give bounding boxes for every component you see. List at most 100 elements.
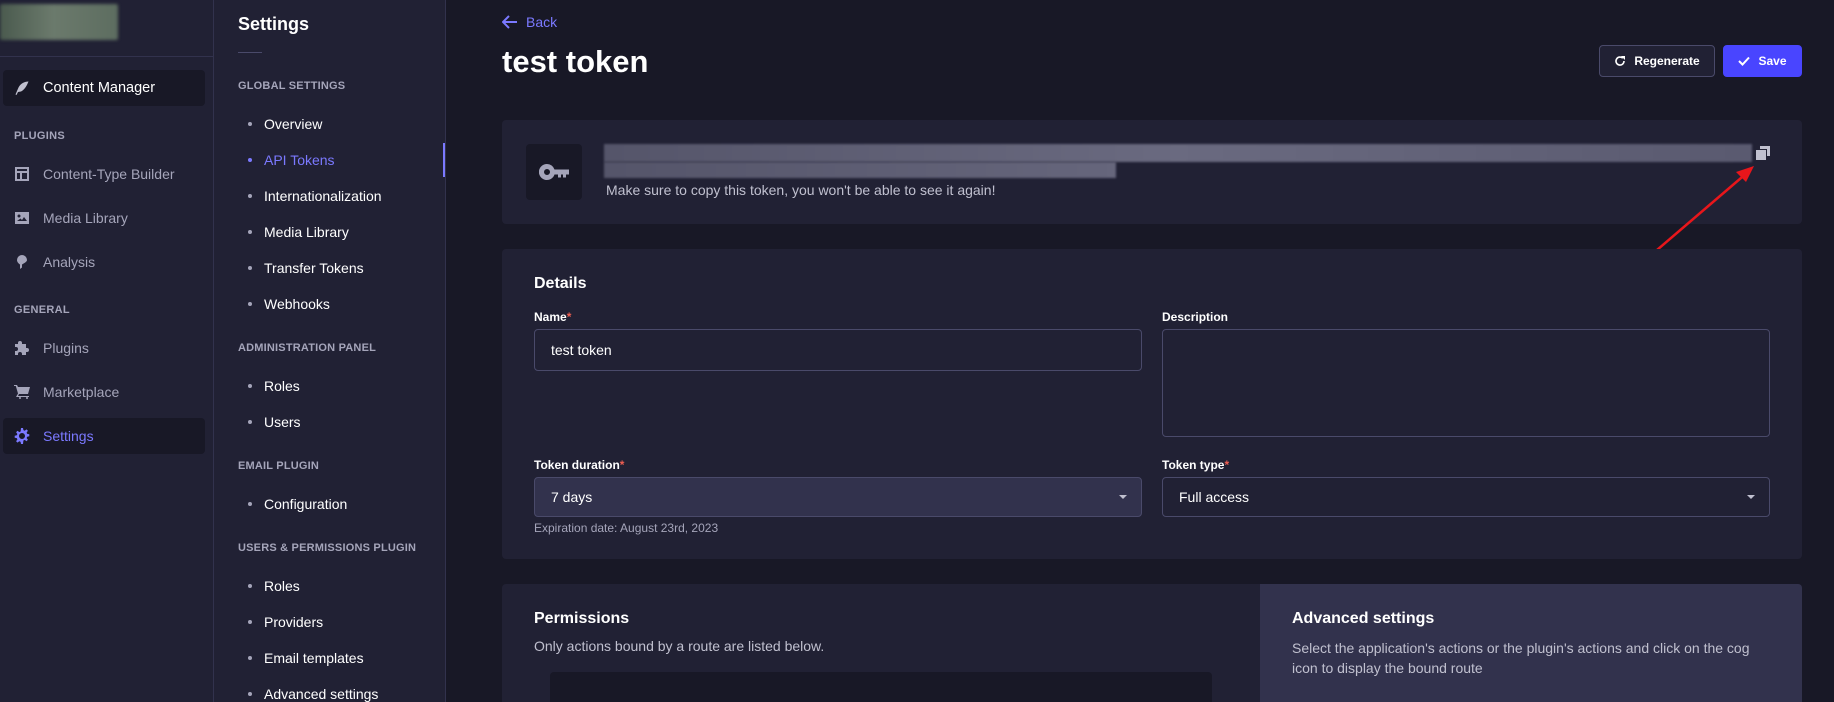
nav-item-label: Plugins (43, 340, 89, 356)
bullet (248, 122, 252, 126)
settings-item-label: Media Library (264, 224, 349, 240)
shopping-cart-icon (14, 385, 30, 399)
bullet (248, 194, 252, 198)
gear-icon (14, 428, 30, 444)
regenerate-button[interactable]: Regenerate (1599, 45, 1715, 77)
bullet (248, 266, 252, 270)
settings-item-providers[interactable]: Providers (214, 605, 445, 639)
nav-item-settings[interactable]: Settings (3, 418, 205, 454)
layout-icon (15, 167, 29, 181)
label-text: Token duration (534, 458, 620, 472)
section-email-plugin: EMAIL PLUGIN (238, 460, 320, 472)
token-duration-label: Token duration* (534, 458, 624, 472)
name-input[interactable]: test token (534, 329, 1142, 371)
settings-item-configuration[interactable]: Configuration (214, 487, 445, 521)
settings-navigation: Settings GLOBAL SETTINGS Overview API To… (214, 0, 446, 702)
details-title: Details (534, 275, 587, 292)
token-card: Make sure to copy this token, you won't … (502, 120, 1802, 224)
settings-item-advanced-settings[interactable]: Advanced settings (214, 677, 445, 702)
settings-item-api-tokens[interactable]: API Tokens (214, 143, 445, 177)
settings-item-label: Advanced settings (264, 686, 379, 702)
duration-value: 7 days (551, 489, 593, 505)
token-type-select[interactable]: Full access (1162, 477, 1770, 517)
section-administration-panel: ADMINISTRATION PANEL (238, 342, 377, 354)
feather-icon (15, 81, 29, 95)
required-mark: * (1224, 458, 1230, 472)
nav-item-content-manager[interactable]: Content Manager (3, 70, 205, 106)
settings-item-transfer-tokens[interactable]: Transfer Tokens (214, 251, 445, 285)
puzzle-icon (15, 341, 29, 355)
settings-item-label: Transfer Tokens (264, 260, 364, 276)
nav-item-marketplace[interactable]: Marketplace (3, 374, 205, 410)
settings-item-email-templates[interactable]: Email templates (214, 641, 445, 675)
section-users-permissions-plugin: USERS & PERMISSIONS PLUGIN (238, 542, 417, 554)
settings-item-label: Webhooks (264, 296, 330, 312)
annotation-arrow (1649, 166, 1754, 257)
refresh-icon (1615, 56, 1626, 66)
nav-item-analysis[interactable]: Analysis (3, 244, 205, 280)
token-copy-note: Make sure to copy this token, you won't … (606, 182, 996, 198)
advanced-settings-title: Advanced settings (1292, 610, 1435, 627)
permissions-subtitle: Only actions bound by a route are listed… (534, 638, 825, 654)
bullet (248, 584, 252, 588)
token-value-redacted (604, 162, 1116, 178)
bullet (248, 230, 252, 234)
name-label: Name* (534, 310, 571, 324)
settings-title: Settings (238, 14, 310, 34)
bullet (248, 620, 252, 624)
settings-item-users[interactable]: Users (214, 405, 445, 439)
settings-item-internationalization[interactable]: Internationalization (214, 179, 445, 213)
advanced-settings-panel: Advanced settings Select the application… (1260, 584, 1802, 702)
advanced-settings-description: Select the application's actions or the … (1292, 640, 1750, 676)
nav-item-label: Content-Type Builder (43, 166, 175, 182)
label-text: Name (534, 310, 567, 324)
arrow-left-icon (502, 15, 517, 29)
required-mark: * (619, 458, 625, 472)
bullet (248, 302, 252, 306)
bullet (248, 502, 252, 506)
settings-item-label: Overview (264, 116, 323, 132)
settings-item-label: Providers (264, 614, 324, 630)
settings-item-admin-roles[interactable]: Roles (214, 369, 445, 403)
nav-item-label: Settings (43, 428, 94, 444)
nav-section-plugins: PLUGINS (14, 130, 65, 142)
nav-item-label: Media Library (43, 210, 128, 226)
settings-item-up-roles[interactable]: Roles (214, 569, 445, 603)
bullet (248, 158, 252, 162)
permissions-list[interactable] (550, 672, 1212, 702)
settings-item-overview[interactable]: Overview (214, 107, 445, 141)
settings-item-label: API Tokens (264, 152, 335, 168)
name-value: test token (551, 342, 612, 358)
save-button[interactable]: Save (1723, 45, 1802, 77)
settings-item-label: Roles (264, 578, 300, 594)
token-duration-select[interactable]: 7 days (534, 477, 1142, 517)
key-icon (539, 163, 569, 180)
section-global-settings: GLOBAL SETTINGS (238, 80, 346, 92)
required-mark: * (566, 310, 572, 324)
nav-item-label: Analysis (43, 254, 96, 270)
token-type-label: Token type* (1162, 458, 1229, 472)
image-icon (15, 212, 29, 224)
bullet (248, 692, 252, 696)
back-link[interactable]: Back (502, 14, 557, 30)
description-textarea[interactable] (1162, 329, 1770, 437)
nav-item-plugins[interactable]: Plugins (3, 330, 205, 366)
settings-item-webhooks[interactable]: Webhooks (214, 287, 445, 321)
caret-down-icon (1119, 495, 1127, 499)
settings-item-label: Email templates (264, 650, 364, 666)
details-card: Details Name* test token Description Tok… (502, 249, 1802, 559)
nav-item-content-type-builder[interactable]: Content-Type Builder (3, 156, 205, 192)
type-value: Full access (1179, 489, 1250, 505)
nav-divider (0, 56, 214, 57)
settings-item-label: Roles (264, 378, 300, 394)
pin-icon (17, 255, 27, 269)
title-divider (238, 52, 262, 53)
settings-item-media-library[interactable]: Media Library (214, 215, 445, 249)
nav-item-media-library[interactable]: Media Library (3, 200, 205, 236)
bullet (248, 384, 252, 388)
expiration-date: Expiration date: August 23rd, 2023 (534, 521, 719, 535)
logo[interactable] (0, 4, 118, 40)
back-label: Back (526, 14, 558, 30)
settings-item-label: Users (264, 414, 301, 430)
label-text: Token type (1162, 458, 1225, 472)
